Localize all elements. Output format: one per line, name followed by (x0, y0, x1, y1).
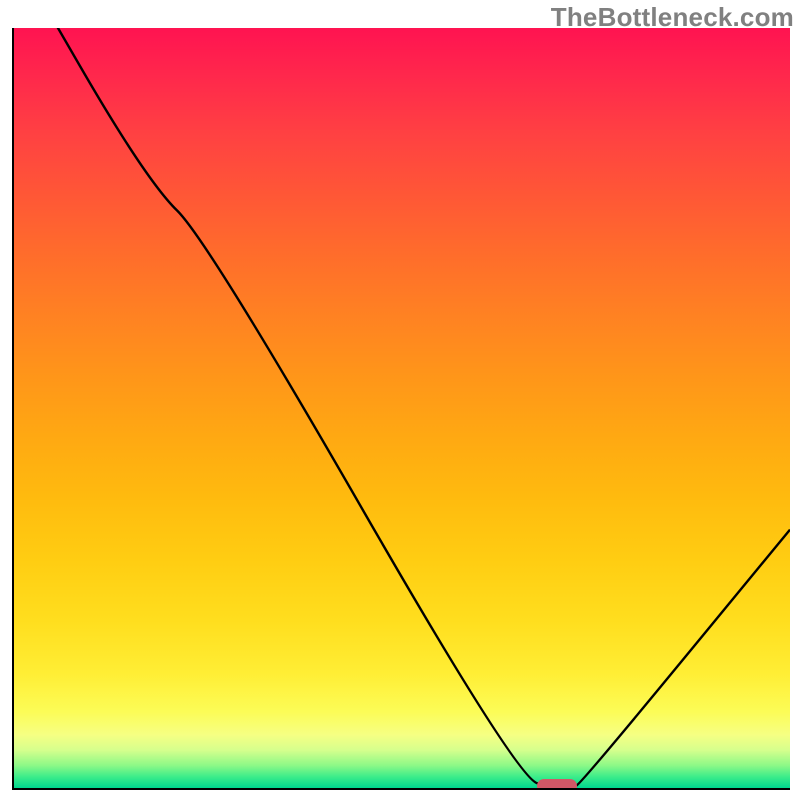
plot-area (12, 28, 790, 790)
optimum-marker (537, 779, 577, 790)
bottleneck-curve (14, 28, 790, 788)
curve-path (14, 28, 790, 786)
bottleneck-chart: TheBottleneck.com (0, 0, 800, 800)
